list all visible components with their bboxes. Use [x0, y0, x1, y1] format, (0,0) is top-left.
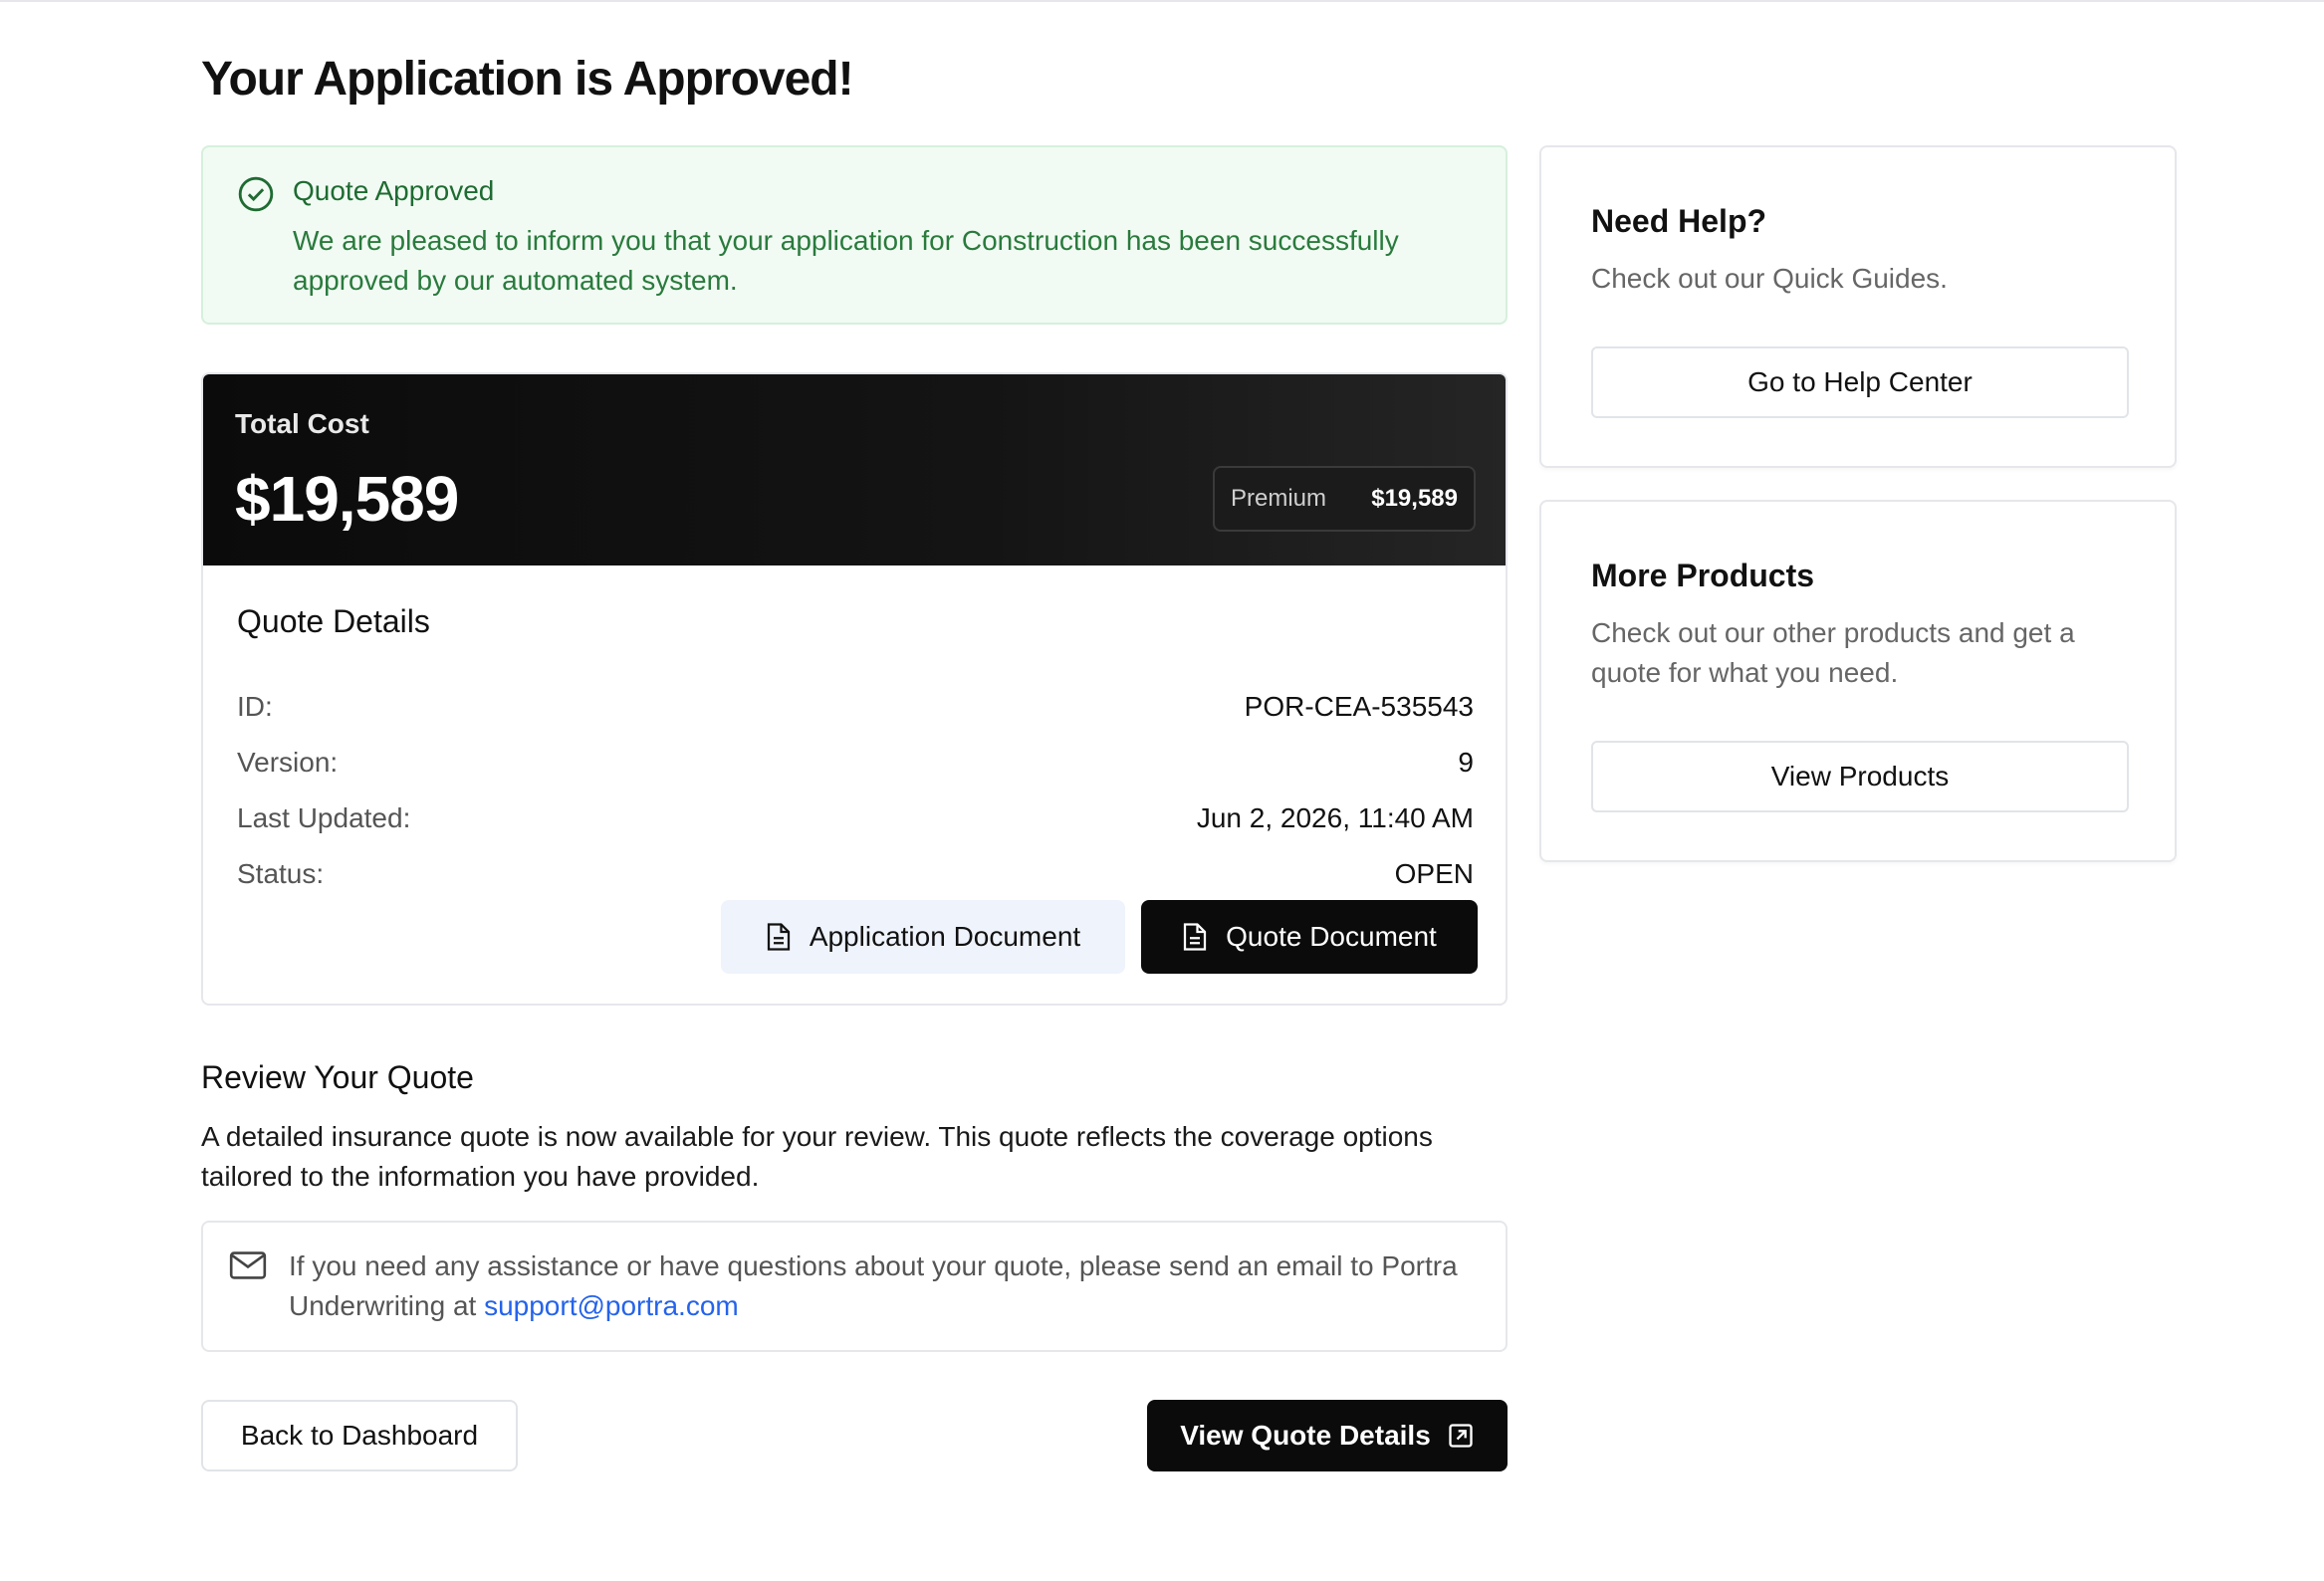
detail-row-version: Version: 9 [237, 747, 1474, 787]
total-cost-header: Total Cost $19,589 Premium $19,589 [203, 374, 1506, 565]
support-email-box: If you need any assistance or have quest… [201, 1221, 1508, 1352]
detail-value: Jun 2, 2026, 11:40 AM [1196, 802, 1474, 833]
detail-label: ID: [237, 691, 273, 722]
approval-page: Your Application is Approved! Quote Appr… [0, 0, 2324, 1581]
go-to-help-center-button[interactable]: Go to Help Center [1591, 346, 2129, 418]
check-circle-icon [238, 176, 274, 212]
more-products-card: More Products Check out our other produc… [1539, 500, 2177, 862]
detail-label: Last Updated: [237, 802, 411, 833]
application-document-label: Application Document [809, 921, 1081, 952]
support-email-text: If you need any assistance or have quest… [289, 1246, 1484, 1326]
support-email-message: If you need any assistance or have quest… [289, 1250, 1458, 1321]
quote-document-label: Quote Document [1226, 921, 1437, 952]
detail-label: Status: [237, 858, 325, 889]
quote-document-button[interactable]: Quote Document [1141, 900, 1478, 974]
detail-label: Version: [237, 747, 339, 778]
status-value: OPEN [1394, 858, 1474, 889]
approval-alert: Quote Approved We are pleased to inform … [201, 145, 1508, 325]
detail-value: POR-CEA-535543 [1244, 691, 1474, 722]
alert-title: Quote Approved [293, 175, 495, 206]
help-title: Need Help? [1591, 203, 1767, 239]
premium-label: Premium [1231, 485, 1327, 512]
view-quote-details-button[interactable]: View Quote Details [1147, 1400, 1508, 1471]
page-title: Your Application is Approved! [201, 53, 854, 106]
document-icon [1184, 923, 1207, 951]
quote-details-title: Quote Details [237, 603, 430, 639]
support-email-link[interactable]: support@portra.com [484, 1290, 739, 1321]
detail-value: 9 [1458, 747, 1474, 778]
document-icon [767, 923, 790, 951]
top-divider [0, 0, 2324, 2]
premium-badge: Premium $19,589 [1213, 466, 1476, 532]
total-cost-value: $19,589 [235, 463, 459, 535]
more-products-title: More Products [1591, 558, 1815, 593]
detail-row-id: ID: POR-CEA-535543 [237, 691, 1474, 731]
help-text: Check out our Quick Guides. [1591, 263, 1948, 294]
total-cost-label: Total Cost [235, 408, 369, 439]
mail-icon [229, 1251, 267, 1279]
view-quote-details-label: View Quote Details [1180, 1420, 1431, 1451]
review-title: Review Your Quote [201, 1059, 474, 1095]
external-link-icon [1449, 1424, 1473, 1448]
detail-row-last-updated: Last Updated: Jun 2, 2026, 11:40 AM [237, 802, 1474, 842]
detail-row-status: Status: OPEN [237, 858, 1474, 898]
alert-message: We are pleased to inform you that your a… [293, 225, 1399, 296]
review-body: A detailed insurance quote is now availa… [201, 1121, 1433, 1192]
back-to-dashboard-button[interactable]: Back to Dashboard [201, 1400, 518, 1471]
application-document-button[interactable]: Application Document [721, 900, 1125, 974]
more-products-text: Check out our other products and get a q… [1591, 617, 2075, 688]
view-products-button[interactable]: View Products [1591, 741, 2129, 812]
quote-card: Total Cost $19,589 Premium $19,589 Quote… [201, 372, 1508, 1006]
premium-value: $19,589 [1371, 485, 1458, 512]
help-card: Need Help? Check out our Quick Guides. G… [1539, 145, 2177, 468]
